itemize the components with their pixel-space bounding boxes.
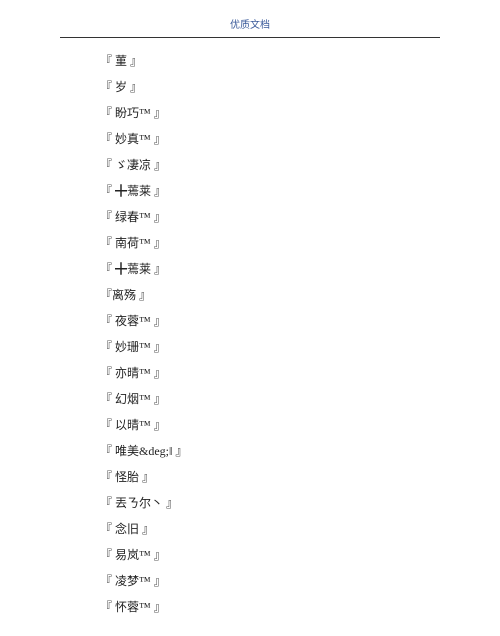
list-item: 『离殇 』 (100, 282, 440, 308)
list-item: 『 念旧 』 (100, 516, 440, 542)
list-item: 『 亦晴™ 』 (100, 360, 440, 386)
list-item: 『 妙真™ 』 (100, 126, 440, 152)
horizontal-rule (60, 37, 440, 38)
list-item: 『 菫 』 (100, 48, 440, 74)
page-title: 优质文档 (0, 0, 500, 37)
list-item: 『 凌梦™ 』 (100, 568, 440, 594)
list-item: 『 怪胎 』 (100, 464, 440, 490)
list-item: 『 盼巧™ 』 (100, 100, 440, 126)
document-page: 优质文档 『 菫 』 『 岁 』 『 盼巧™ 』 『 妙真™ 』 『 ゞ凄凉 』… (0, 0, 500, 636)
list-item: 『 ╋蔫莱 』 (100, 256, 440, 282)
entry-list: 『 菫 』 『 岁 』 『 盼巧™ 』 『 妙真™ 』 『 ゞ凄凉 』 『 ╋蔫… (100, 48, 440, 620)
list-item: 『 南荷™ 』 (100, 230, 440, 256)
list-item: 『 怀蓉™ 』 (100, 594, 440, 620)
list-item: 『 岁 』 (100, 74, 440, 100)
list-item: 『 丟ㄋ尔丶 』 (100, 490, 440, 516)
list-item: 『 ゞ凄凉 』 (100, 152, 440, 178)
list-item: 『 以晴™ 』 (100, 412, 440, 438)
list-item: 『 唯美&deg;‖ 』 (100, 438, 440, 464)
list-item: 『 夜蓉™ 』 (100, 308, 440, 334)
list-item: 『 幻烟™ 』 (100, 386, 440, 412)
list-item: 『 ╋蔫莱 』 (100, 178, 440, 204)
list-item: 『 妙珊™ 』 (100, 334, 440, 360)
list-item: 『 绿春™ 』 (100, 204, 440, 230)
list-item: 『 易岚™ 』 (100, 542, 440, 568)
